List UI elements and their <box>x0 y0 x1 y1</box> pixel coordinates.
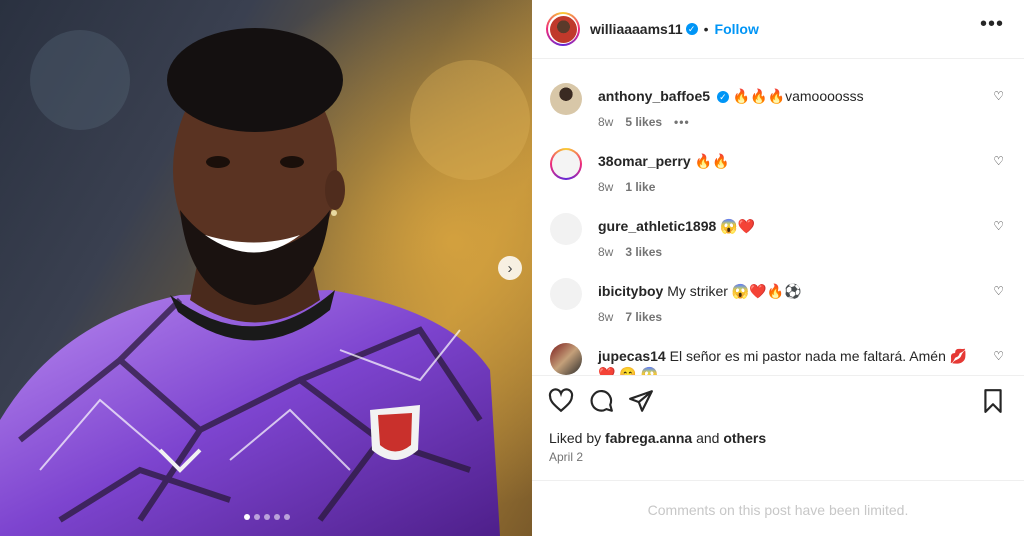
commenter-username[interactable]: anthony_baffoe5 <box>598 88 710 104</box>
comment-text-line: anthony_baffoe5 ✓ 🔥🔥🔥vamoooosss <box>598 87 978 105</box>
comment-like-heart-icon[interactable]: ♡ <box>993 89 1004 103</box>
divider <box>532 480 1024 481</box>
comment-meta: 8w 5 likes ••• <box>598 115 690 129</box>
divider <box>532 375 1024 376</box>
post-date[interactable]: April 2 <box>549 450 583 464</box>
comment-meta: 8w 1 like <box>598 180 655 194</box>
carousel-dot <box>264 514 270 520</box>
liked-by-user[interactable]: fabrega.anna <box>605 430 692 446</box>
comment-age: 8w <box>598 310 614 324</box>
comment-meta: 8w 7 likes <box>598 310 662 324</box>
comment-body: 🔥🔥 <box>694 153 730 169</box>
comment-text-line: jupecas14 El señor es mi pastor nada me … <box>598 347 988 375</box>
liked-by-others[interactable]: others <box>723 430 766 446</box>
verified-icon: ✓ <box>716 91 729 104</box>
author-username[interactable]: williaaaams11 <box>590 21 683 37</box>
more-options-icon[interactable]: ••• <box>980 14 1004 34</box>
follow-button[interactable]: Follow <box>715 21 759 37</box>
comment-icon[interactable] <box>588 388 614 414</box>
comment-text-line: 38omar_perry 🔥🔥 <box>598 152 978 170</box>
comment-likes[interactable]: 5 likes <box>625 115 662 129</box>
commenter-avatar[interactable] <box>550 343 582 375</box>
comment-likes[interactable]: 3 likes <box>625 245 662 259</box>
post-header: williaaaams11 ✓ • Follow ••• <box>532 0 1024 59</box>
comment-item: anthony_baffoe5 ✓ 🔥🔥🔥vamoooosss 8w 5 lik… <box>550 83 1010 129</box>
author-avatar[interactable] <box>546 12 580 46</box>
comment-likes[interactable]: 7 likes <box>625 310 662 324</box>
comment-meta: 8w 3 likes <box>598 245 662 259</box>
commenter-avatar[interactable] <box>550 278 582 310</box>
comment-more-icon[interactable]: ••• <box>674 115 690 129</box>
comments-limited-notice: Comments on this post have been limited. <box>647 502 909 518</box>
commenter-username[interactable]: ibicityboy <box>598 283 663 299</box>
separator-dot: • <box>703 21 709 37</box>
like-heart-icon[interactable] <box>548 388 574 414</box>
comment-age: 8w <box>598 245 614 259</box>
commenter-avatar[interactable] <box>550 83 582 115</box>
comment-body: My striker 😱❤️🔥⚽ <box>667 283 802 299</box>
liked-by-and: and <box>696 430 720 446</box>
bookmark-icon[interactable] <box>980 388 1006 414</box>
comment-age: 8w <box>598 115 614 129</box>
verified-icon: ✓ <box>685 23 698 35</box>
post-actions <box>548 388 1008 416</box>
commenter-avatar[interactable] <box>550 213 582 245</box>
commenter-username[interactable]: jupecas14 <box>598 348 666 364</box>
commenter-username[interactable]: 38omar_perry <box>598 153 691 169</box>
comments-list: anthony_baffoe5 ✓ 🔥🔥🔥vamoooosss 8w 5 lik… <box>532 59 1024 375</box>
comment-like-heart-icon[interactable]: ♡ <box>993 284 1004 298</box>
liked-by-prefix: Liked by <box>549 430 602 446</box>
post-panel: williaaaams11 ✓ • Follow ••• anthony_baf… <box>532 0 1024 536</box>
commenter-avatar[interactable] <box>550 148 582 180</box>
comment-item: jupecas14 El señor es mi pastor nada me … <box>550 343 1010 375</box>
comment-item: gure_athletic1898 😱❤️ 8w 3 likes ♡ <box>550 213 1010 259</box>
comment-likes[interactable]: 1 like <box>625 180 655 194</box>
player-photo <box>0 0 532 536</box>
comment-body: 😱❤️ <box>720 218 756 234</box>
comment-item: 38omar_perry 🔥🔥 8w 1 like ♡ <box>550 148 1010 194</box>
comment-text-line: gure_athletic1898 😱❤️ <box>598 217 978 235</box>
carousel-dot <box>244 514 250 520</box>
carousel-next-button[interactable]: › <box>498 256 522 280</box>
post-photo: › <box>0 0 532 536</box>
comment-like-heart-icon[interactable]: ♡ <box>993 154 1004 168</box>
liked-by-text: Liked by fabrega.anna and others <box>549 430 766 446</box>
comment-item: ibicityboy My striker 😱❤️🔥⚽ 8w 7 likes ♡ <box>550 278 1010 324</box>
comment-like-heart-icon[interactable]: ♡ <box>993 349 1004 363</box>
carousel-dot <box>274 514 280 520</box>
comment-body: 🔥🔥🔥vamoooosss <box>732 88 864 104</box>
commenter-username[interactable]: gure_athletic1898 <box>598 218 716 234</box>
carousel-dot <box>254 514 260 520</box>
comment-text-line: ibicityboy My striker 😱❤️🔥⚽ <box>598 282 978 300</box>
comment-age: 8w <box>598 180 614 194</box>
carousel-dot <box>284 514 290 520</box>
comment-like-heart-icon[interactable]: ♡ <box>993 219 1004 233</box>
share-icon[interactable] <box>628 388 654 414</box>
carousel-dots <box>244 514 290 520</box>
